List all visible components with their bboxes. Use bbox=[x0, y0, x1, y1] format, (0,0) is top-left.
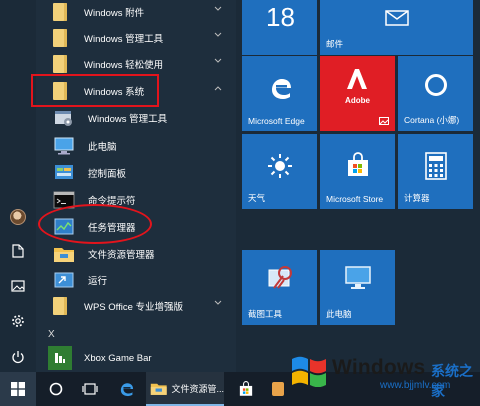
start-button[interactable] bbox=[0, 372, 36, 406]
avatar bbox=[10, 209, 26, 225]
settings-button[interactable] bbox=[0, 306, 36, 336]
app-item-label: WPS Office 专业增强版 bbox=[84, 302, 184, 313]
adobe-logo-icon bbox=[346, 68, 368, 93]
tile-mail[interactable]: 邮件 bbox=[320, 0, 473, 55]
app-item-label: Windows 管理工具 bbox=[88, 114, 168, 125]
windows-flag-logo-icon bbox=[292, 356, 326, 387]
pictures-button[interactable] bbox=[0, 271, 36, 301]
tile-weather[interactable]: 天气 bbox=[242, 134, 317, 209]
app-item-label: 文件资源管理器 bbox=[88, 250, 155, 261]
tile-microsoft-store[interactable]: Microsoft Store bbox=[320, 134, 395, 209]
tile-calendar[interactable]: 18 bbox=[242, 0, 317, 55]
app-item-label: 此电脑 bbox=[88, 142, 117, 153]
store-bag-icon bbox=[320, 152, 395, 178]
mail-icon bbox=[385, 10, 409, 26]
cortana-circle-icon bbox=[49, 382, 63, 396]
power-icon bbox=[12, 351, 24, 364]
app-item-label: Windows 轻松使用 bbox=[84, 60, 164, 71]
photo-badge-icon bbox=[379, 117, 389, 125]
highlight-box-windows-system bbox=[31, 74, 159, 107]
tile-this-pc[interactable]: 此电脑 bbox=[320, 250, 395, 325]
xbox-game-bar-icon bbox=[48, 346, 72, 370]
app-item-label: Xbox Game Bar bbox=[84, 352, 152, 364]
power-button[interactable] bbox=[0, 342, 36, 372]
watermark-title: Windows bbox=[332, 356, 426, 379]
edge-icon bbox=[120, 383, 134, 397]
app-item-label: Windows 附件 bbox=[84, 8, 145, 19]
user-avatar-button[interactable] bbox=[0, 202, 36, 232]
chevron-down-icon bbox=[214, 6, 222, 11]
weather-sun-icon bbox=[242, 152, 317, 180]
store-bag-icon bbox=[239, 381, 253, 396]
chevron-up-icon bbox=[214, 86, 222, 91]
taskbar-file-explorer-button[interactable]: 文件资源管... bbox=[146, 372, 224, 406]
taskbar-edge-button[interactable] bbox=[110, 372, 142, 406]
chevron-down-icon bbox=[214, 32, 222, 37]
tile-label: 截图工具 bbox=[248, 309, 283, 319]
tile-cortana[interactable]: Cortana (小娜) bbox=[398, 56, 473, 131]
picture-icon bbox=[11, 280, 25, 292]
watermark: Windows 系统之家 www.bjjmlv.com bbox=[284, 350, 480, 399]
tile-microsoft-edge[interactable]: Microsoft Edge bbox=[242, 56, 317, 131]
start-left-rail bbox=[0, 0, 36, 372]
tile-label: Microsoft Store bbox=[326, 194, 384, 204]
tile-label: Cortana (小娜) bbox=[404, 115, 460, 125]
app-item-wps-office[interactable]: WPS Office 专业增强版 bbox=[42, 288, 230, 324]
document-icon bbox=[12, 244, 24, 258]
tile-label: 此电脑 bbox=[326, 309, 352, 319]
app-item-label: Windows 管理工具 bbox=[84, 34, 164, 45]
watermark-url: www.bjjmlv.com bbox=[380, 380, 451, 391]
folder-icon bbox=[48, 294, 72, 318]
tile-calculator[interactable]: 计算器 bbox=[398, 134, 473, 209]
task-view-icon bbox=[82, 383, 98, 395]
app-item-label: 运行 bbox=[88, 276, 108, 287]
app-item-xbox-game-bar[interactable]: Xbox Game Bar bbox=[42, 340, 230, 372]
windows-logo-icon bbox=[11, 382, 25, 396]
tile-snipping-tool[interactable]: 截图工具 bbox=[242, 250, 317, 325]
file-explorer-icon bbox=[150, 383, 167, 395]
tile-label: 计算器 bbox=[404, 193, 430, 203]
task-view-button[interactable] bbox=[74, 372, 106, 406]
app-item-label: 控制面板 bbox=[88, 169, 127, 180]
app-list: Windows 附件 Windows 管理工具 Windows 轻松使用 Win… bbox=[36, 0, 236, 372]
this-pc-icon bbox=[320, 264, 395, 292]
edge-icon bbox=[242, 74, 317, 102]
taskbar-explorer-label: 文件资源管... bbox=[171, 383, 224, 394]
snipping-tool-icon bbox=[242, 264, 317, 294]
app-icon bbox=[272, 382, 284, 396]
cortana-icon bbox=[398, 72, 473, 98]
calendar-date: 18 bbox=[266, 2, 295, 32]
tile-label: 天气 bbox=[248, 193, 266, 203]
documents-button[interactable] bbox=[0, 236, 36, 266]
tile-label: 邮件 bbox=[326, 39, 344, 49]
section-letter-x[interactable]: X bbox=[48, 329, 55, 340]
tile-adobe[interactable]: Adobe bbox=[320, 56, 395, 131]
taskbar-store-button[interactable] bbox=[230, 372, 262, 406]
gear-icon bbox=[12, 315, 24, 327]
search-button[interactable] bbox=[40, 372, 72, 406]
highlight-oval-task-manager bbox=[38, 204, 152, 244]
chevron-down-icon bbox=[214, 300, 222, 305]
calculator-icon bbox=[398, 152, 473, 180]
admin-tools-icon bbox=[52, 106, 76, 130]
tile-label: Microsoft Edge bbox=[248, 116, 305, 126]
chevron-down-icon bbox=[214, 58, 222, 63]
adobe-label: Adobe bbox=[345, 96, 370, 105]
